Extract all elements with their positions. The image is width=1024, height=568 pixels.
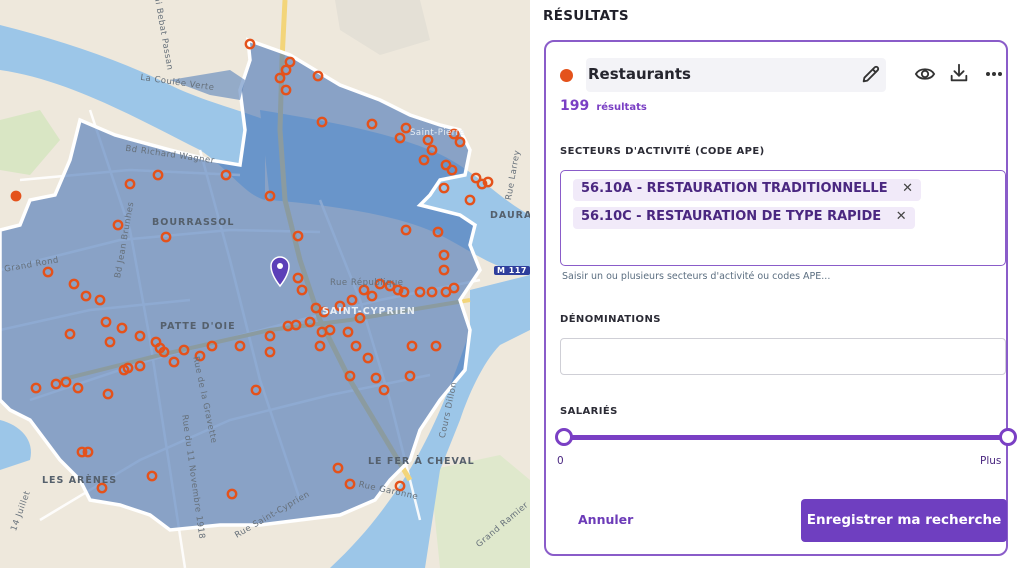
map-label: PATTE D'OIE: [160, 321, 236, 332]
map-label: DAURADE: [490, 210, 530, 221]
results-count: 199 résultats: [560, 95, 647, 114]
results-panel: RÉSULTATS Restaurants 199 résultats SECT…: [530, 0, 1024, 568]
sectors-hint: Saisir un ou plusieurs secteurs d'activi…: [562, 271, 831, 282]
results-count-label: résultats: [596, 102, 647, 113]
save-search-button[interactable]: Enregistrer ma recherche: [801, 499, 1007, 542]
employees-max-label: Plus: [980, 455, 1002, 467]
employees-slider-min-handle[interactable]: [555, 428, 573, 446]
results-count-number: 199: [560, 98, 590, 114]
layer-color-dot: [560, 69, 573, 82]
map-label: LE FER À CHEVAL: [368, 456, 475, 467]
sectors-input[interactable]: 56.10A - RESTAURATION TRADITIONNELLE ✕ 5…: [560, 170, 1006, 266]
sector-tag: 56.10C - RESTAURATION DE TYPE RAPIDE ✕: [573, 207, 915, 229]
panel-heading: RÉSULTATS: [543, 8, 629, 24]
sector-tag-label: 56.10A - RESTAURATION TRADITIONNELLE: [581, 181, 888, 196]
more-options-icon[interactable]: [984, 64, 1004, 84]
edit-icon[interactable]: [860, 63, 882, 85]
eye-icon[interactable]: [914, 64, 936, 84]
map-label: Saint-Pierre: [410, 128, 466, 138]
cancel-button[interactable]: Annuler: [578, 512, 633, 527]
restaurant-marker[interactable]: [10, 190, 22, 202]
employees-slider-max-handle[interactable]: [999, 428, 1017, 446]
download-icon[interactable]: [948, 62, 970, 84]
map-view[interactable]: Quai Bebat Passan La Coulée Verte Bd Ric…: [0, 0, 530, 568]
denominations-input[interactable]: [560, 338, 1006, 375]
layer-name[interactable]: Restaurants: [588, 65, 691, 83]
employees-slider-track[interactable]: [564, 435, 1008, 440]
map-label: BOURRASSOL: [152, 217, 235, 228]
sectors-label: SECTEURS D'ACTIVITÉ (CODE APE): [560, 146, 765, 157]
map-label: Rue République: [330, 278, 404, 288]
map-label: SAINT-CYPRIEN: [322, 306, 416, 317]
remove-tag-icon[interactable]: ✕: [896, 209, 907, 224]
sector-tag-label: 56.10C - RESTAURATION DE TYPE RAPIDE: [581, 209, 882, 224]
map-label: LES ARÈNES: [42, 475, 118, 486]
layer-card: Restaurants 199 résultats SECTEURS D'ACT…: [544, 40, 1017, 556]
denominations-label: DÉNOMINATIONS: [560, 314, 661, 325]
sector-tag: 56.10A - RESTAURATION TRADITIONNELLE ✕: [573, 179, 922, 201]
remove-tag-icon[interactable]: ✕: [902, 181, 913, 196]
road-shield: M 117: [494, 266, 530, 275]
employees-min-label: 0: [557, 455, 564, 467]
employees-label: SALARIÉS: [560, 406, 618, 417]
